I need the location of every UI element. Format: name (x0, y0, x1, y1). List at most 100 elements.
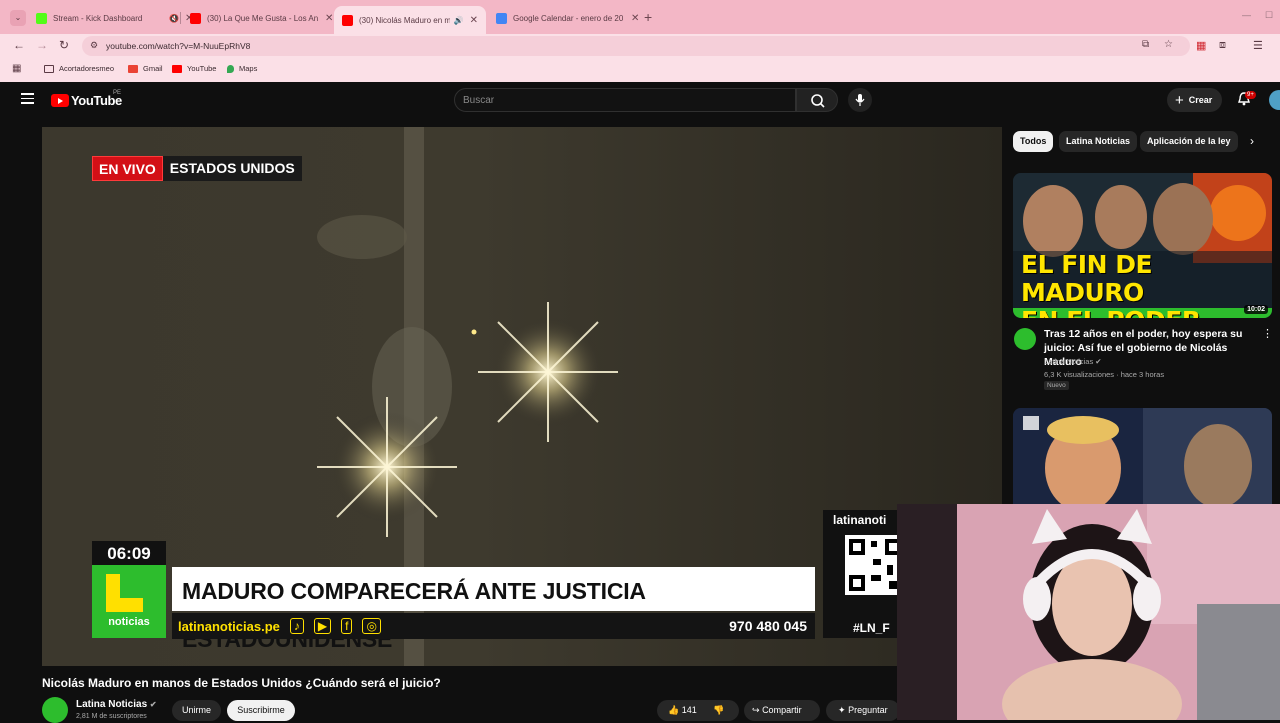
thumbnail-image (1013, 408, 1272, 508)
ask-label: Preguntar (848, 705, 888, 715)
maximize-icon[interactable]: ☐ (1265, 10, 1273, 21)
audio-icon[interactable]: 🔊 (454, 16, 464, 25)
tab-la-que-me-gusta[interactable]: (30) La Que Me Gusta - Los An ✕ (182, 7, 341, 29)
sparkle-icon: ✦ (838, 705, 846, 715)
search-icon (811, 94, 825, 108)
account-avatar[interactable] (1269, 90, 1280, 110)
thumbs-down-icon[interactable]: 👎 (713, 705, 724, 715)
url-text[interactable]: youtube.com/watch?v=M-NuuEpRhV8 (106, 41, 250, 51)
bookmark-label: Gmail (143, 64, 163, 73)
microphone-icon (855, 94, 865, 106)
tab-title: (30) La Que Me Gusta - Los An (207, 13, 319, 23)
chip-todos[interactable]: Todos (1013, 131, 1054, 152)
bookmark-label: Acortadoresmeo (59, 64, 115, 73)
instagram-icon: ◎ (362, 618, 381, 634)
location-label: ESTADOS UNIDOS (162, 156, 302, 181)
create-label: Crear (1188, 95, 1213, 105)
channel-name-text: Latina Noticias (76, 699, 148, 710)
bookmark-star-icon[interactable]: ☆ (1164, 39, 1173, 50)
muted-icon[interactable]: 🔇 (169, 14, 179, 23)
webcam-image (897, 504, 1280, 720)
more-options-icon[interactable]: ⋮ (1262, 327, 1273, 340)
ask-button[interactable]: ✦ Preguntar (826, 700, 900, 721)
video-duration: 10:02 (1244, 305, 1268, 314)
thumbs-up-icon: 👍 (668, 705, 680, 715)
youtube-icon: ▶ (313, 618, 332, 634)
gmail-icon (128, 64, 138, 73)
news-headline: MADURO COMPARECERÁ ANTE JUSTICIA ESTADOU… (172, 567, 815, 652)
install-app-icon[interactable]: ⧉ (1142, 39, 1149, 50)
live-banner: EN VIVO ESTADOS UNIDOS (92, 156, 302, 181)
video-player[interactable]: EN VIVO ESTADOS UNIDOS 06:09 noticias MA… (42, 127, 1002, 666)
channel-name[interactable]: Latina Noticias ✔ (76, 699, 157, 710)
recommendation-thumbnail-2[interactable] (1013, 408, 1272, 508)
search-input[interactable] (463, 93, 783, 108)
bookmark-youtube[interactable]: YouTube (172, 64, 216, 73)
latina-logo: noticias (92, 565, 166, 638)
recommendation-channel[interactable]: Latina Noticias ✔ (1044, 357, 1102, 366)
menu-icon[interactable] (21, 93, 34, 104)
tab-title: Stream - Kick Dashboard (53, 13, 143, 23)
bookmarks-bar: ▦ Acortadoresmeo Gmail YouTube Maps (0, 58, 1280, 82)
chevron-right-icon[interactable]: › (1250, 134, 1254, 148)
channel-avatar[interactable] (42, 697, 68, 723)
folder-icon (44, 64, 54, 73)
thumbnail-headline: EL FIN DE MADURO EN EL PODER (1021, 251, 1272, 319)
website-text: latinanoticias.pe (178, 618, 280, 634)
recommendation-meta: 6,3 K visualizaciones · hace 3 horas (1044, 370, 1165, 379)
close-icon[interactable]: ✕ (325, 13, 333, 24)
reload-icon[interactable]: ↻ (59, 38, 69, 52)
tab-title: (30) Nicolás Maduro en ma (359, 15, 450, 25)
like-button[interactable]: 👍 141 (668, 705, 697, 715)
bookmark-acortadoresmeo[interactable]: Acortadoresmeo (44, 64, 114, 73)
search-button[interactable] (796, 88, 838, 112)
lower-third-strip: latinanoticias.pe ♪ ▶ f ◎ 970 480 045 (172, 613, 815, 639)
thumbnail-line-2: EN EL PODER (1021, 307, 1272, 319)
logo-brand-text: noticias (108, 616, 150, 628)
like-dislike-group: 👍 141 👎 (657, 700, 739, 721)
qr-code-icon (845, 535, 905, 595)
back-icon[interactable]: ← (13, 38, 25, 52)
extensions-puzzle-icon[interactable]: ⧈ (1219, 39, 1226, 52)
youtube-logo[interactable]: YouTube PE (51, 90, 122, 108)
new-tab-button[interactable]: + (644, 9, 652, 25)
create-button[interactable]: + Crear (1167, 88, 1222, 112)
share-icon: ↪ (752, 705, 760, 715)
bookmark-maps[interactable]: Maps (227, 64, 257, 73)
address-bar[interactable]: ⚙ youtube.com/watch?v=M-NuuEpRhV8 ⧉ ☆ (82, 36, 1190, 56)
tab-title: Google Calendar - enero de 20 (513, 13, 624, 23)
live-label: EN VIVO (92, 156, 163, 181)
tab-google-calendar[interactable]: Google Calendar - enero de 20 ✕ (488, 7, 647, 29)
close-icon[interactable]: ✕ (631, 13, 639, 24)
maps-icon (227, 64, 234, 73)
extension-icon[interactable]: ▦ (1196, 39, 1206, 52)
join-button[interactable]: Unirme (172, 700, 221, 721)
plus-icon: + (1175, 91, 1184, 109)
chip-latina-noticias[interactable]: Latina Noticias (1059, 131, 1138, 152)
minimize-icon[interactable]: — (1242, 10, 1251, 20)
channel-name-text: Latina Noticias (1044, 357, 1094, 366)
bookmark-gmail[interactable]: Gmail (128, 64, 163, 73)
tab-nicolas-maduro[interactable]: (30) Nicolás Maduro en ma 🔊 ✕ (334, 6, 486, 34)
apps-grid-icon[interactable]: ▦ (12, 63, 21, 74)
tab-divider (180, 12, 181, 24)
subscribe-button[interactable]: Suscribirme (227, 700, 295, 721)
youtube-icon (190, 12, 201, 24)
share-button[interactable]: ↪ Compartir (744, 700, 820, 721)
bookmark-label: YouTube (187, 64, 217, 73)
tab-kick-dashboard[interactable]: Stream - Kick Dashboard 🔇 ✕ (28, 7, 201, 29)
youtube-icon (342, 14, 353, 26)
tab-search-button[interactable]: ⌄ (10, 10, 26, 26)
close-icon[interactable]: ✕ (470, 15, 478, 26)
recommendation-thumbnail[interactable]: EL FIN DE MADURO EN EL PODER 10:02 (1013, 173, 1272, 318)
menu-icon[interactable]: ☰ (1253, 39, 1263, 52)
forward-icon[interactable]: → (36, 38, 48, 52)
chip-aplicacion-ley[interactable]: Aplicación de la ley (1140, 131, 1238, 152)
broadcast-clock: 06:09 (92, 541, 166, 567)
youtube-header: YouTube PE + Crear 9+ (0, 82, 1280, 118)
channel-avatar[interactable] (1014, 328, 1036, 350)
voice-search-button[interactable] (848, 88, 872, 112)
notification-badge: 9+ (1245, 91, 1256, 99)
search-box (454, 88, 796, 112)
site-info-icon[interactable]: ⚙ (90, 40, 98, 51)
